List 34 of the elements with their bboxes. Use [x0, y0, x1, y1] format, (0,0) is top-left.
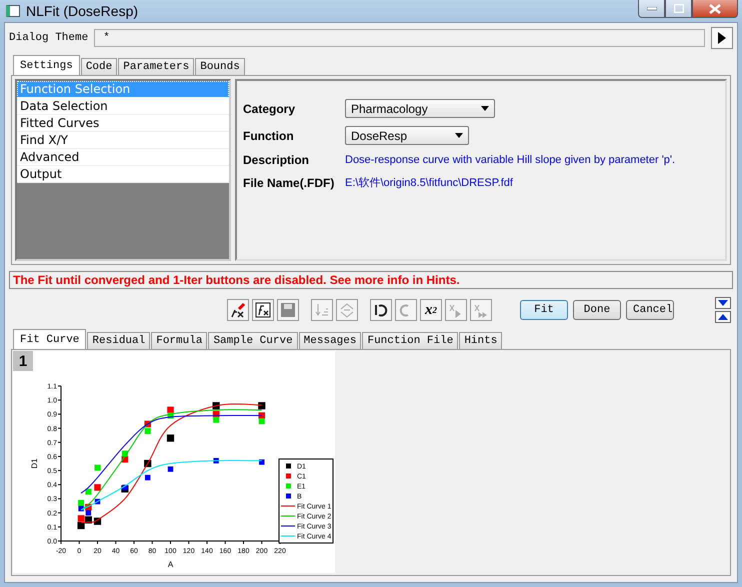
dialog-button[interactable]: Fit	[520, 300, 568, 320]
field-label: Function	[243, 128, 295, 142]
tab[interactable]: Fit Curve	[13, 329, 86, 349]
axis-title: D1	[30, 458, 39, 469]
tab[interactable]: Settings	[13, 55, 80, 75]
tab[interactable]: Function File	[362, 332, 458, 349]
tab[interactable]: Residual	[87, 332, 150, 349]
dropdown[interactable]: DoseResp	[345, 126, 469, 145]
warning-message: The Fit until converged and 1-Iter buttons are disabled. See more info in Hints.	[9, 271, 733, 289]
tab[interactable]: Messages	[298, 332, 362, 349]
tab[interactable]: Sample Curve	[208, 332, 298, 349]
tab[interactable]: Bounds	[195, 58, 245, 75]
sidebar-item[interactable]: Find X/Y	[17, 132, 229, 149]
field-value: E:\软件\origin8.5\fitfunc\DRESP.fdf	[345, 176, 514, 190]
sidebar-item[interactable]: Fitted Curves	[17, 115, 229, 132]
tab[interactable]: Hints	[459, 332, 502, 349]
tab[interactable]: Parameters	[118, 58, 194, 75]
dialog-button[interactable]: Cancel	[626, 300, 674, 320]
axis-title: A	[168, 560, 174, 569]
theme-field[interactable]: *	[94, 29, 705, 47]
layer-label: 1	[13, 351, 33, 371]
field-label: File Name(.FDF)	[243, 176, 336, 190]
theme-label: Dialog Theme	[9, 32, 88, 44]
dialog-button[interactable]: Done	[573, 300, 621, 320]
tab[interactable]: Code	[80, 58, 118, 75]
window-title: NLFit (DoseResp)	[26, 3, 140, 19]
sidebar-item[interactable]: Output	[17, 166, 229, 183]
dropdown[interactable]: Pharmacology	[345, 99, 495, 118]
tab[interactable]: Formula	[151, 332, 208, 349]
field-value: Dose-response curve with variable Hill slope given by parameter 'p'.	[345, 154, 676, 166]
sidebar-item[interactable]: Advanced	[17, 149, 229, 166]
field-label: Description	[243, 153, 310, 167]
field-label: Category	[243, 102, 296, 116]
sidebar-item[interactable]: Data Selection	[17, 98, 229, 115]
